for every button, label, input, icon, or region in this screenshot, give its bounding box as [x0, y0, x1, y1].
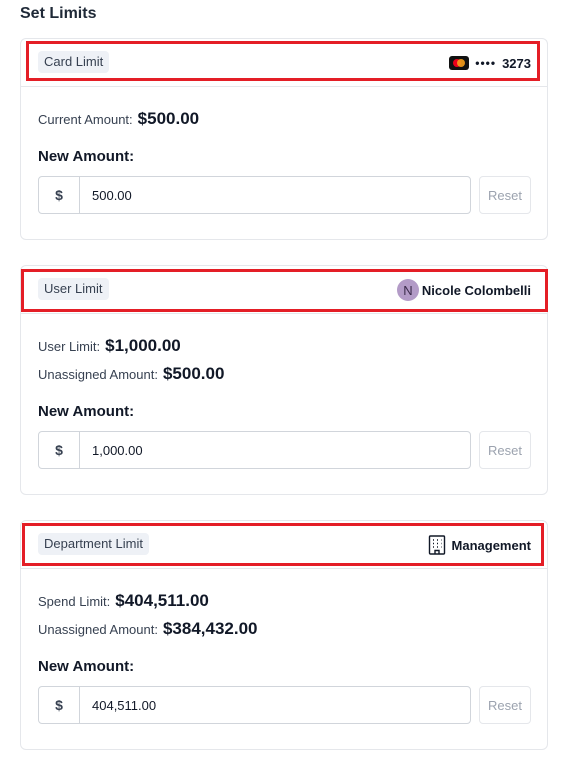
unassigned-amount-value: $500.00 [162, 364, 225, 383]
currency-prefix: $ [39, 177, 80, 213]
card-limit-amount-field[interactable]: $ [38, 176, 471, 214]
spend-limit-value: $404,511.00 [115, 591, 209, 610]
current-amount-value: $500.00 [137, 109, 200, 128]
spend-limit-label: Spend Limit: [38, 594, 111, 609]
current-amount-label: Current Amount: [38, 112, 133, 127]
user-limit-amount-field[interactable]: $ [38, 431, 471, 469]
new-amount-label: New Amount: [38, 403, 135, 420]
unassigned-amount-stat: Unassigned Amount: $384,432.00 [38, 619, 258, 639]
current-amount: Current Amount: $500.00 [38, 109, 199, 129]
page-title: Set Limits [20, 5, 97, 22]
user-limit-label: User Limit: [38, 339, 101, 354]
user-limit-stat: User Limit: $1,000.00 [38, 336, 181, 356]
currency-prefix: $ [39, 687, 80, 723]
card-limit-reset-button[interactable]: Reset [479, 176, 531, 214]
spend-limit-stat: Spend Limit: $404,511.00 [38, 591, 209, 611]
card-header-highlight [26, 41, 540, 81]
user-limit-value: $1,000.00 [105, 336, 181, 355]
unassigned-amount-label: Unassigned Amount: [38, 367, 158, 382]
currency-prefix: $ [39, 432, 80, 468]
unassigned-amount-label: Unassigned Amount: [38, 622, 158, 637]
department-limit-reset-button[interactable]: Reset [479, 686, 531, 724]
department-limit-amount-input[interactable] [80, 687, 470, 723]
user-limit-reset-button[interactable]: Reset [479, 431, 531, 469]
user-limit-amount-input[interactable] [80, 432, 470, 468]
department-limit-amount-field[interactable]: $ [38, 686, 471, 724]
new-amount-label: New Amount: [38, 148, 135, 165]
new-amount-label: New Amount: [38, 658, 135, 675]
user-header-highlight [21, 269, 548, 312]
department-header-highlight [22, 523, 544, 566]
unassigned-amount-value: $384,432.00 [162, 619, 258, 638]
card-limit-amount-input[interactable] [80, 177, 470, 213]
unassigned-amount-stat: Unassigned Amount: $500.00 [38, 364, 224, 384]
